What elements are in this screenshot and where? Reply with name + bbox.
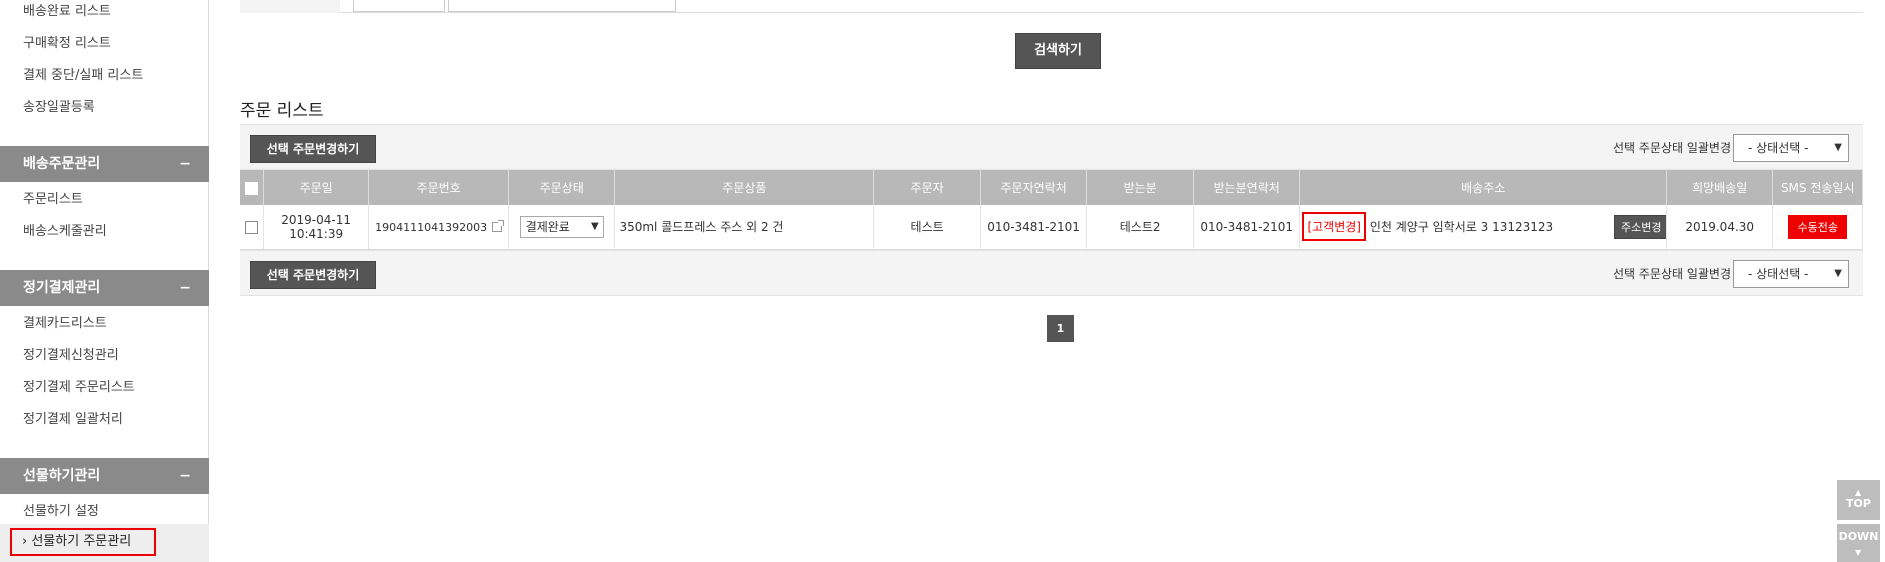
- column-header: 주문상품: [614, 170, 875, 205]
- table-row: 2019-04-11 10:41:39 1904111041392003 결제완…: [240, 205, 1863, 250]
- column-header: 받는분: [1086, 170, 1194, 205]
- column-header: 주문자: [873, 170, 981, 205]
- address-text: 인천 계양구 임학서로 3 13123123: [1369, 220, 1554, 235]
- order-status-select[interactable]: 결제완료 ▼: [519, 215, 604, 238]
- action-bar-bottom: 선택 주문변경하기 선택 주문상태 일괄변경 - 상태선택 - ▼: [240, 250, 1863, 296]
- column-header: 주문상태: [508, 170, 616, 205]
- row-checkbox[interactable]: [244, 220, 258, 234]
- change-selected-orders-button[interactable]: 선택 주문변경하기: [250, 135, 376, 163]
- action-bar-top: 선택 주문변경하기 선택 주문상태 일괄변경 - 상태선택 - ▼: [240, 124, 1863, 170]
- order-product-cell: 350ml 콜드프레스 주스 외 2 건: [614, 205, 875, 250]
- arrow-down-icon: ▼: [1855, 548, 1862, 557]
- sidebar-item-label: 선물하기 주문관리: [31, 534, 132, 549]
- search-form-bottom: [240, 0, 1863, 13]
- orderer-phone-cell: 010-3481-2101: [980, 205, 1088, 250]
- order-date-cell: 2019-04-11 10:41:39: [263, 205, 370, 250]
- sidebar-section-subscription[interactable]: 정기결제관리 −: [0, 270, 209, 306]
- sidebar-item-subscription-requests[interactable]: 정기결제신청관리: [23, 344, 119, 363]
- address-cell: [고객변경] 인천 계양구 임학서로 3 13123123 주소변경: [1299, 205, 1667, 250]
- orders-table: 주문일 주문번호 주문상태 주문상품 주문자 주문자연락처 받는분 받는분연락처…: [240, 170, 1863, 250]
- scroll-top-button[interactable]: ▲ TOP: [1837, 480, 1880, 520]
- bulk-status-label: 선택 주문상태 일괄변경: [1612, 141, 1731, 155]
- sidebar-item-purchase-confirm[interactable]: 구매확정 리스트: [23, 32, 111, 51]
- sidebar-item-delivery-schedule[interactable]: 배송스케줄관리: [23, 220, 107, 239]
- receiver-cell: 테스트2: [1086, 205, 1194, 250]
- bulk-status-select[interactable]: - 상태선택 - ▼: [1733, 134, 1849, 162]
- sidebar-section-title: 배송주문관리: [23, 156, 101, 172]
- sidebar-section-title: 정기결제관리: [23, 280, 101, 296]
- sidebar-item-payment-cards[interactable]: 결제카드리스트: [23, 312, 107, 331]
- sidebar: 배송완료 리스트 구매확정 리스트 결제 중단/실패 리스트 송장일괄등록 배송…: [0, 0, 209, 562]
- chevron-down-icon: ▼: [1834, 142, 1842, 153]
- change-address-button[interactable]: 주소변경: [1613, 215, 1666, 240]
- orderer-cell: 테스트: [873, 205, 981, 250]
- column-header: 받는분연락처: [1193, 170, 1301, 205]
- column-header: 희망배송일: [1666, 170, 1774, 205]
- column-header: 주문일: [263, 170, 370, 205]
- manual-sms-button[interactable]: 수동전송: [1788, 214, 1847, 239]
- search-field[interactable]: [353, 0, 445, 12]
- sidebar-section-delivery-orders[interactable]: 배송주문관리 −: [0, 146, 209, 182]
- chevron-down-icon: ▼: [590, 220, 599, 232]
- collapse-icon[interactable]: −: [179, 146, 191, 182]
- sidebar-item-gift-settings[interactable]: 선물하기 설정: [23, 500, 99, 519]
- sidebar-item-invoice-upload[interactable]: 송장일괄등록: [23, 96, 95, 115]
- sidebar-item-order-list[interactable]: 주문리스트: [23, 188, 83, 207]
- table-header-row: 주문일 주문번호 주문상태 주문상품 주문자 주문자연락처 받는분 받는분연락처…: [240, 170, 1863, 205]
- sidebar-item-payment-fail[interactable]: 결제 중단/실패 리스트: [23, 64, 143, 83]
- column-header: 배송주소: [1299, 170, 1667, 205]
- sidebar-item-gift-orders-active[interactable]: › 선물하기 주문관리: [10, 528, 156, 556]
- sidebar-section-title: 선물하기관리: [23, 468, 101, 484]
- change-selected-orders-button[interactable]: 선택 주문변경하기: [250, 261, 376, 289]
- arrow-up-icon: ▲: [1855, 488, 1862, 497]
- bulk-status-select[interactable]: - 상태선택 - ▼: [1733, 260, 1849, 288]
- sidebar-section-gift[interactable]: 선물하기관리 −: [0, 458, 209, 494]
- receiver-phone-cell: 010-3481-2101: [1193, 205, 1301, 250]
- sidebar-item-delivery-complete[interactable]: 배송완료 리스트: [23, 0, 111, 19]
- collapse-icon[interactable]: −: [179, 458, 191, 494]
- sidebar-item-subscription-batch[interactable]: 정기결제 일괄처리: [23, 408, 123, 427]
- collapse-icon[interactable]: −: [179, 270, 191, 306]
- column-header: 주문번호: [368, 170, 509, 205]
- column-header: 주문자연락처: [980, 170, 1088, 205]
- select-all-checkbox[interactable]: [244, 181, 258, 195]
- sidebar-item-subscription-orders[interactable]: 정기결제 주문리스트: [23, 376, 135, 395]
- pagination-page-1[interactable]: 1: [1047, 315, 1074, 342]
- wish-date-cell: 2019.04.30: [1666, 205, 1774, 250]
- scroll-down-button[interactable]: DOWN ▼: [1837, 524, 1880, 562]
- order-number-cell[interactable]: 1904111041392003: [368, 205, 509, 250]
- customer-change-link[interactable]: [고객변경]: [1302, 212, 1366, 242]
- search-field[interactable]: [448, 0, 676, 12]
- chevron-down-icon: ▼: [1834, 268, 1842, 279]
- chevron-right-icon: ›: [22, 534, 28, 549]
- search-button[interactable]: 검색하기: [1015, 33, 1101, 69]
- external-link-icon[interactable]: [492, 220, 505, 233]
- column-header: SMS 전송일시: [1772, 170, 1863, 205]
- bulk-status-label: 선택 주문상태 일괄변경: [1612, 267, 1731, 281]
- page-title: 주문 리스트: [240, 101, 324, 121]
